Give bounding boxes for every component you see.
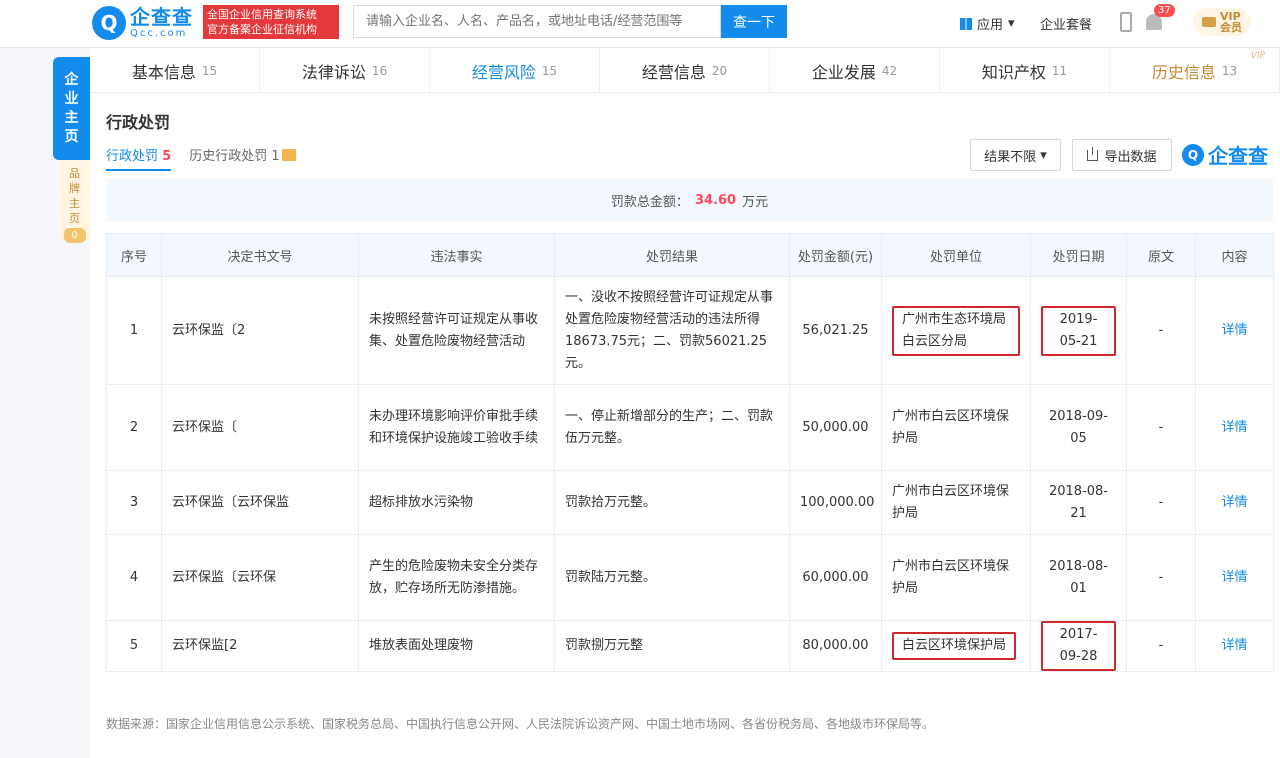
tab-development[interactable]: 企业发展 42 [770,48,940,93]
header-amount: 处罚金额(元) [789,233,882,277]
tab-basic-info[interactable]: 基本信息 15 [90,48,260,93]
header-date: 处罚日期 [1030,233,1127,277]
notification-badge: 37 [1154,4,1175,17]
highlight-box: 2019-05-21 [1041,305,1116,356]
header-no: 序号 [106,233,162,277]
highlight-box: 广州市生态环境局白云区分局 [892,305,1020,356]
detail-link[interactable]: 详情 [1195,276,1274,385]
enterprise-package-link[interactable]: 企业套餐 [1040,14,1092,33]
app-grid-icon [960,17,972,30]
top-bar: Q 企查查 Qcc.com 全国企业信用查询系统 官方备案企业征信机构 查一下 … [0,0,1280,48]
logo-mark-icon: Q [92,6,126,40]
total-fine-bar: 罚款总金额： 34.60 万元 [106,179,1273,221]
vip-badge-icon [281,149,296,161]
tab-bar: 基本信息 15 法律诉讼 16 经营风险 15 经营信息 20 企业发展 42 知识产权 1… [90,48,1280,93]
detail-link[interactable]: 详情 [1195,470,1274,535]
table-header-row: 序号 决定书文号 违法事实 处罚结果 处罚金额(元) 处罚单位 处罚日期 原文 … [106,233,1274,277]
table-row: 4 云环保监〔云环保 产生的危险废物未安全分类存放，贮存场所无防渗措施。 罚款陆… [106,534,1274,621]
table-row: 2 云环保监〔 未办理环境影响评价审批手续和环境保护设施竣工验收手续 一、停止新… [106,384,1274,471]
data-source-note: 数据来源：国家企业信用信息公示系统、国家税务总局、中国执行信息公开网、人民法院诉… [106,717,935,731]
tab-operating-info[interactable]: 经营信息 20 [600,48,770,93]
download-icon [1087,146,1099,161]
total-fine-amount: 34.60 [694,192,737,208]
header-content: 内容 [1195,233,1274,277]
highlight-box: 2017-09-28 [1041,621,1116,671]
detail-link[interactable]: 详情 [1195,534,1274,621]
highlight-box: 白云区环境保护局 [892,632,1017,660]
logo-slogan: 全国企业信用查询系统 官方备案企业征信机构 [203,5,339,39]
table-row: 1 云环保监〔2 未按照经营许可证规定从事收集、处置危险废物经营活动 一、没收不… [106,276,1274,385]
subtab-admin-penalty[interactable]: 行政处罚 5 [106,145,172,171]
header-original: 原文 [1126,233,1196,277]
tab-legal[interactable]: 法律诉讼 16 [260,48,430,93]
tab-history[interactable]: 历史信息 13 VIP [1110,48,1280,93]
subtab-history-penalty[interactable]: 历史行政处罚 1 [189,145,296,171]
brand-count-badge: 0 [63,228,86,243]
section-title: 行政处罚 [106,113,171,132]
logo-domain: Qcc.com [130,28,188,39]
table-row: 5 云环保监[2 堆放表面处理废物 罚款捌万元整 80,000.00 白云区环境… [106,620,1274,672]
header-unit: 处罚单位 [881,233,1031,277]
watermark-logo: Q 企查查 [1182,140,1268,169]
site-logo[interactable]: Q 企查查 Qcc.com [92,6,193,40]
side-nav-company-home[interactable]: 企 业 主 页 [53,57,90,160]
side-nav-brand-home[interactable]: 品 牌 主 页 0 [59,160,90,243]
penalty-table: 序号 决定书文号 违法事实 处罚结果 处罚金额(元) 处罚单位 处罚日期 原文 … [106,233,1274,672]
export-data-button[interactable]: 导出数据 [1072,139,1172,171]
subtab-row: 行政处罚 5 历史行政处罚 1 [106,145,296,171]
qcc-logo-icon: Q [1182,143,1204,166]
mobile-phone-icon[interactable] [1120,12,1132,32]
detail-link[interactable]: 详情 [1195,620,1274,672]
vip-tag: VIP [1250,51,1265,61]
header-doc-no: 决定书文号 [161,233,359,277]
app-menu[interactable]: 应用 ▾ [960,14,1015,33]
search-input[interactable] [353,5,721,38]
tab-ip[interactable]: 知识产权 11 [940,48,1110,93]
search-button[interactable]: 查一下 [721,5,787,38]
logo-name: 企查查 [130,5,193,29]
caret-down-icon: ▾ [1008,16,1015,31]
tab-operating-risk[interactable]: 经营风险 15 [430,48,600,93]
main-panel: 基本信息 15 法律诉讼 16 经营风险 15 经营信息 20 企业发展 42 知识产权 1… [90,48,1280,758]
vip-member-button[interactable]: VIP 会员 [1193,8,1251,36]
header-fact: 违法事实 [358,233,555,277]
detail-link[interactable]: 详情 [1195,384,1274,471]
caret-down-icon: ▾ [1036,147,1047,163]
table-row: 3 云环保监〔云环保监 超标排放水污染物 罚款拾万元整。 100,000.00 … [106,470,1274,535]
header-result: 处罚结果 [554,233,790,277]
crown-icon [1202,17,1216,27]
result-filter-dropdown[interactable]: 结果不限 ▾ [970,139,1061,171]
